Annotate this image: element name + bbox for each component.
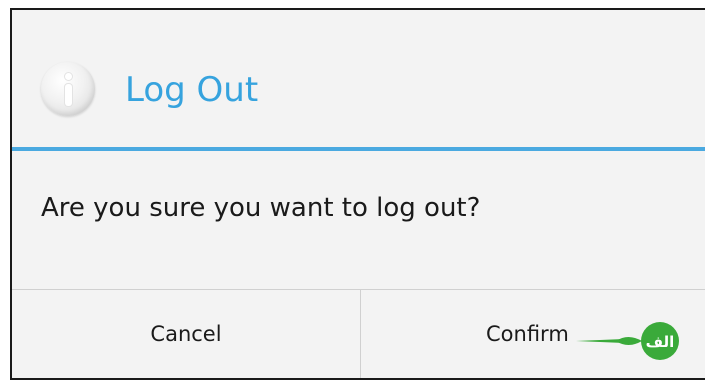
- watermark-logo: الف: [576, 322, 679, 360]
- cancel-button[interactable]: Cancel: [12, 290, 360, 378]
- dialog-title: Log Out: [125, 70, 259, 110]
- info-icon-stem: [65, 84, 72, 106]
- info-icon: [41, 62, 95, 116]
- info-icon-dot: [65, 73, 72, 80]
- dialog-message: Are you sure you want to log out?: [41, 193, 481, 223]
- watermark-text: الف: [646, 333, 675, 351]
- title-divider: [12, 147, 705, 151]
- watermark-drop: [616, 337, 642, 345]
- dialog-title-bar: Log Out: [12, 10, 705, 150]
